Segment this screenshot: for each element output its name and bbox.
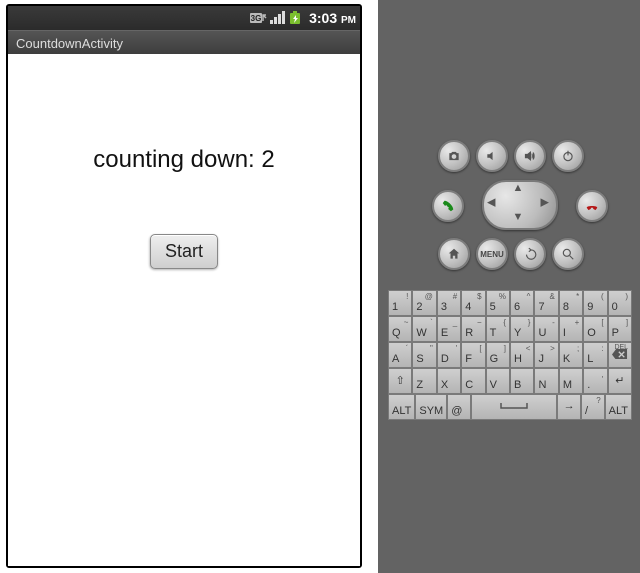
space-key[interactable] xyxy=(471,394,557,420)
key-@[interactable]: @ xyxy=(447,394,471,420)
emulator-hardware-panel: ▲ ▼ ◀ ▶ MENU 1!2@3#4$5%6^7&8*9(0) Q~W`E_R… xyxy=(378,0,640,573)
key-4[interactable]: 4$ xyxy=(461,290,485,316)
home-button[interactable] xyxy=(438,238,470,270)
key-7[interactable]: 7& xyxy=(534,290,558,316)
battery-charging-icon xyxy=(288,11,304,25)
hardware-keyboard: 1!2@3#4$5%6^7&8*9(0) Q~W`E_R−T{Y}U‑I+O[P]… xyxy=(388,290,632,420)
key-j[interactable]: J> xyxy=(534,342,558,368)
key-i[interactable]: I+ xyxy=(559,316,583,342)
network-3g-icon: 3G xyxy=(250,11,268,25)
dpad-down-button[interactable]: ▼ xyxy=(513,212,524,223)
key-m[interactable]: M xyxy=(559,368,583,394)
countdown-text: counting down: 2 xyxy=(8,146,360,174)
dpad-right-button[interactable]: ▶ xyxy=(541,198,549,209)
key-n[interactable]: N xyxy=(534,368,558,394)
call-button[interactable] xyxy=(432,190,464,222)
key-q[interactable]: Q~ xyxy=(388,316,412,342)
key-s[interactable]: S" xyxy=(412,342,436,368)
key-g[interactable]: G] xyxy=(486,342,510,368)
key-1[interactable]: 1! xyxy=(388,290,412,316)
activity-title: CountdownActivity xyxy=(16,36,123,51)
key-p[interactable]: P] xyxy=(608,316,632,342)
key-9[interactable]: 9( xyxy=(583,290,607,316)
key-0[interactable]: 0) xyxy=(608,290,632,316)
signal-bars-icon xyxy=(270,11,286,25)
key-.[interactable]: ., xyxy=(583,368,607,394)
volume-up-button[interactable] xyxy=(514,140,546,172)
key-c[interactable]: C xyxy=(461,368,485,394)
key-t[interactable]: T{ xyxy=(486,316,510,342)
key-⇧[interactable]: ⇧ xyxy=(388,368,412,394)
activity-title-bar: CountdownActivity xyxy=(8,30,360,56)
power-button[interactable] xyxy=(552,140,584,172)
camera-button[interactable] xyxy=(438,140,470,172)
key-8[interactable]: 8* xyxy=(559,290,583,316)
dpad-left-button[interactable]: ◀ xyxy=(487,198,495,209)
key-/[interactable]: /? xyxy=(581,394,605,420)
key-→[interactable]: → xyxy=(557,394,581,420)
status-bar: 3G 3:03 PM xyxy=(8,6,360,30)
key-y[interactable]: Y} xyxy=(510,316,534,342)
svg-text:3G: 3G xyxy=(251,14,262,23)
key-a[interactable]: A´ xyxy=(388,342,412,368)
key-3[interactable]: 3# xyxy=(437,290,461,316)
key-k[interactable]: K; xyxy=(559,342,583,368)
key-↵[interactable]: ↵ xyxy=(608,368,632,394)
key-f[interactable]: F[ xyxy=(461,342,485,368)
key-w[interactable]: W` xyxy=(412,316,436,342)
key-5[interactable]: 5% xyxy=(486,290,510,316)
search-button[interactable] xyxy=(552,238,584,270)
key-d[interactable]: D' xyxy=(437,342,461,368)
key-sym[interactable]: SYM xyxy=(415,394,447,420)
key-h[interactable]: H< xyxy=(510,342,534,368)
app-content-area: counting down: 2 Start xyxy=(8,54,360,566)
key-2[interactable]: 2@ xyxy=(412,290,436,316)
key-b[interactable]: B xyxy=(510,368,534,394)
key-u[interactable]: U‑ xyxy=(534,316,558,342)
clock-time: 3:03 PM xyxy=(309,10,356,26)
volume-down-button[interactable] xyxy=(476,140,508,172)
end-call-button[interactable] xyxy=(576,190,608,222)
delete-key[interactable]: DEL xyxy=(608,342,632,368)
key-x[interactable]: X xyxy=(437,368,461,394)
key-o[interactable]: O[ xyxy=(583,316,607,342)
dpad-up-button[interactable]: ▲ xyxy=(513,183,524,194)
key-z[interactable]: Z xyxy=(412,368,436,394)
dpad: ▲ ▼ ◀ ▶ xyxy=(482,180,554,226)
key-alt[interactable]: ALT xyxy=(605,394,632,420)
back-button[interactable] xyxy=(514,238,546,270)
key-alt[interactable]: ALT xyxy=(388,394,415,420)
menu-button[interactable]: MENU xyxy=(476,238,508,270)
key-l[interactable]: L: xyxy=(583,342,607,368)
key-e[interactable]: E_ xyxy=(437,316,461,342)
key-r[interactable]: R− xyxy=(461,316,485,342)
android-device-frame: 3G 3:03 PM CountdownActivity xyxy=(6,4,362,568)
start-button[interactable]: Start xyxy=(150,234,218,269)
key-6[interactable]: 6^ xyxy=(510,290,534,316)
key-v[interactable]: V xyxy=(486,368,510,394)
